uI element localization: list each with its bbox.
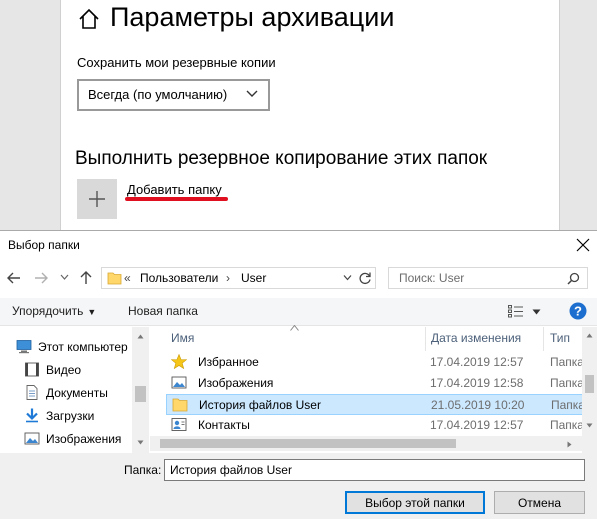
file-row-selected[interactable]: История файлов User 21.05.2019 10:20 Пап… (166, 394, 586, 415)
view-dropdown-icon[interactable] (532, 309, 541, 315)
back-arrow-icon[interactable] (6, 270, 22, 286)
nav-item-label: Изображения (46, 432, 122, 446)
view-options-icon[interactable] (508, 305, 524, 318)
pictures-icon (24, 432, 40, 445)
add-folder-link[interactable]: Добавить папку (127, 182, 222, 197)
scroll-up-icon[interactable] (137, 334, 144, 339)
file-type: Папка (550, 376, 584, 390)
page-title: Параметры архивации (110, 2, 395, 32)
computer-icon (16, 340, 32, 354)
file-name: История файлов User (199, 398, 321, 412)
search-placeholder: Поиск: User (399, 271, 465, 285)
keep-backups-dropdown[interactable]: Всегда (по умолчанию) (77, 79, 270, 111)
help-icon[interactable]: ? (569, 302, 587, 320)
folder-picker-dialog: Выбор папки « Пользователи › User Поиск:… (0, 230, 597, 519)
file-date: 21.05.2019 10:20 (431, 398, 525, 412)
highlight-underline (125, 197, 228, 201)
close-icon[interactable] (576, 238, 590, 252)
dialog-title: Выбор папки (8, 238, 80, 252)
address-bar[interactable]: « Пользователи › User (101, 267, 376, 289)
file-date: 17.04.2019 12:57 (430, 418, 524, 432)
contacts-folder-icon (171, 418, 187, 431)
search-input[interactable]: Поиск: User (388, 267, 588, 289)
nav-pane-scrollbar[interactable] (132, 327, 149, 453)
file-type: Папка (550, 355, 584, 369)
file-type: Папка (551, 398, 585, 412)
file-row[interactable]: Избранное 17.04.2019 12:57 Папка (166, 352, 586, 373)
file-type: Папка (550, 418, 584, 432)
scroll-down-icon[interactable] (586, 423, 593, 428)
column-divider[interactable] (543, 327, 544, 351)
dialog-footer: Папка: История файлов User Выбор этой па… (0, 453, 597, 519)
svg-text:?: ? (574, 304, 582, 319)
backup-folders-heading: Выполнить резервное копирование этих пап… (75, 148, 488, 169)
organize-caret-icon: ▼ (87, 307, 97, 317)
breadcrumb-separator[interactable]: › (226, 271, 230, 285)
settings-window: Параметры архивации Сохранить мои резерв… (0, 0, 597, 230)
pictures-folder-icon (171, 376, 187, 389)
up-arrow-icon[interactable] (78, 270, 94, 286)
file-list-vertical-scrollbar[interactable] (582, 327, 597, 453)
file-name: Изображения (198, 376, 274, 390)
plus-icon (89, 191, 105, 207)
downloads-icon (26, 408, 38, 423)
nav-item-label: Загрузки (46, 409, 95, 423)
nav-item-label: Этот компьютер (38, 340, 128, 354)
select-folder-button[interactable]: Выбор этой папки (345, 491, 485, 514)
chevron-down-icon (246, 90, 258, 97)
file-date: 17.04.2019 12:58 (430, 376, 524, 390)
nav-item-label: Документы (46, 386, 108, 400)
command-bar: Упорядочить ▼ Новая папка ? (0, 298, 597, 326)
scroll-right-icon[interactable] (567, 441, 572, 448)
documents-icon (26, 385, 38, 400)
forward-arrow-icon[interactable] (33, 270, 49, 286)
file-list-scroll-thumb[interactable] (585, 375, 594, 393)
recent-dropdown-icon[interactable] (60, 273, 69, 282)
file-list-hscroll-thumb[interactable] (160, 439, 456, 448)
folder-name-input[interactable]: История файлов User (164, 459, 585, 481)
video-icon (25, 362, 39, 377)
file-date: 17.04.2019 12:57 (430, 355, 524, 369)
breadcrumb-overflow[interactable]: « (124, 271, 131, 285)
folder-icon (172, 398, 188, 412)
folder-icon (107, 272, 122, 285)
keep-backups-label: Сохранить мои резервные копии (77, 55, 276, 70)
column-divider[interactable] (425, 327, 426, 351)
settings-panel: Параметры архивации Сохранить мои резерв… (60, 0, 560, 230)
address-dropdown-icon[interactable] (343, 274, 352, 281)
search-icon (567, 272, 580, 285)
file-row[interactable]: Изображения 17.04.2019 12:58 Папка (166, 373, 586, 394)
navigation-pane: Этот компьютер Видео Документы Загрузки (0, 327, 150, 453)
star-folder-icon (171, 354, 187, 369)
breadcrumb-user[interactable]: User (241, 271, 266, 285)
sort-ascending-icon (290, 325, 299, 331)
file-list: Имя Дата изменения Тип Избранное 17.04.2… (150, 325, 597, 453)
file-list-horizontal-scrollbar[interactable] (150, 436, 582, 451)
file-name: Контакты (198, 418, 250, 432)
refresh-icon[interactable] (358, 271, 372, 285)
folder-field-label: Папка: (124, 463, 162, 477)
file-row[interactable]: Контакты 17.04.2019 12:57 Папка (166, 415, 586, 436)
scroll-up-icon[interactable] (586, 333, 593, 338)
nav-item-label: Видео (46, 363, 82, 377)
add-folder-tile[interactable] (77, 179, 117, 219)
organize-label: Упорядочить (12, 304, 84, 318)
home-icon[interactable] (78, 8, 100, 30)
file-name: Избранное (198, 355, 259, 369)
cancel-button[interactable]: Отмена (494, 491, 585, 514)
breadcrumb-users[interactable]: Пользователи (140, 271, 218, 285)
organize-menu[interactable]: Упорядочить ▼ (12, 304, 96, 318)
nav-scroll-thumb[interactable] (135, 386, 146, 402)
scroll-down-icon[interactable] (137, 440, 144, 445)
new-folder-button[interactable]: Новая папка (128, 304, 198, 318)
keep-backups-value: Всегда (по умолчанию) (88, 87, 228, 102)
